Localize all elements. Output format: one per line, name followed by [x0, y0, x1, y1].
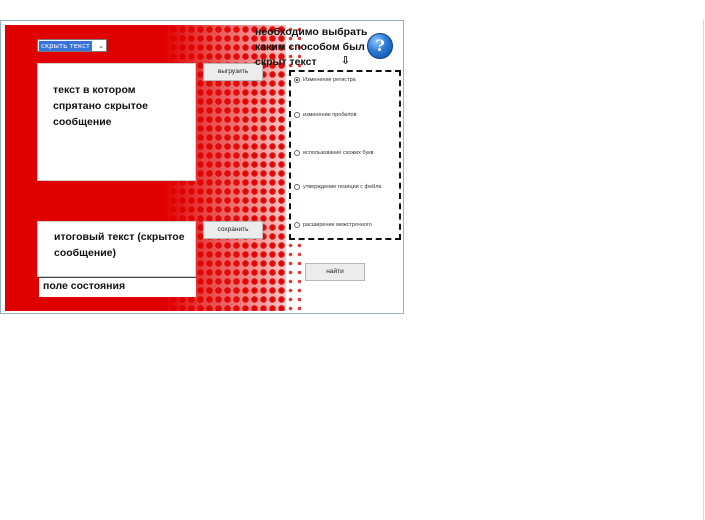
- mode-select-value: скрыть текст: [39, 41, 93, 51]
- app-window: скрыть текст ⌄ текст в котором спрятано …: [0, 20, 404, 314]
- find-button[interactable]: найти: [305, 263, 365, 281]
- radio-label: Изменение регистра: [303, 77, 356, 83]
- page-edge-line: [703, 20, 704, 520]
- result-text-area[interactable]: итоговый текст (скрытое сообщение): [37, 221, 196, 277]
- radio-icon: [294, 221, 300, 228]
- mode-select[interactable]: скрыть текст ⌄: [37, 39, 107, 52]
- radio-label: изменение пробелов: [303, 112, 357, 118]
- radio-label: расширение межстрочного: [303, 222, 372, 228]
- radio-spaces[interactable]: изменение пробелов: [294, 110, 357, 120]
- save-button[interactable]: сохранить: [203, 221, 263, 239]
- status-label: поле состояния: [43, 280, 126, 292]
- radio-icon: [294, 149, 300, 156]
- method-radio-group: Изменение регистра изменение пробелов ис…: [289, 70, 401, 240]
- radio-position[interactable]: утверждение позиции с фейла: [294, 182, 382, 192]
- arrow-down-icon: ⇩: [341, 54, 351, 67]
- load-button[interactable]: выгрузить: [203, 63, 263, 81]
- radio-similar-letters[interactable]: использование схожих букв: [294, 148, 374, 158]
- radio-icon: [294, 111, 300, 118]
- instruction-note: необходимо выбрать каким способом был ск…: [255, 26, 368, 68]
- radio-icon: [294, 183, 300, 190]
- radio-selected-icon: [294, 76, 300, 83]
- input-text-hint: текст в котором спрятано скрытое сообщен…: [53, 84, 148, 128]
- help-icon[interactable]: ?: [367, 33, 393, 59]
- radio-label: использование схожих букв: [303, 150, 374, 156]
- input-text-area[interactable]: текст в котором спрятано скрытое сообщен…: [37, 63, 196, 181]
- chevron-down-icon[interactable]: ⌄: [98, 40, 104, 53]
- radio-label: утверждение позиции с фейла: [303, 184, 382, 190]
- status-bar: поле состояния: [39, 277, 196, 297]
- radio-case-change[interactable]: Изменение регистра: [294, 75, 356, 85]
- radio-line-spacing[interactable]: расширение межстрочного: [294, 220, 372, 230]
- result-text-hint: итоговый текст (скрытое сообщение): [54, 231, 185, 259]
